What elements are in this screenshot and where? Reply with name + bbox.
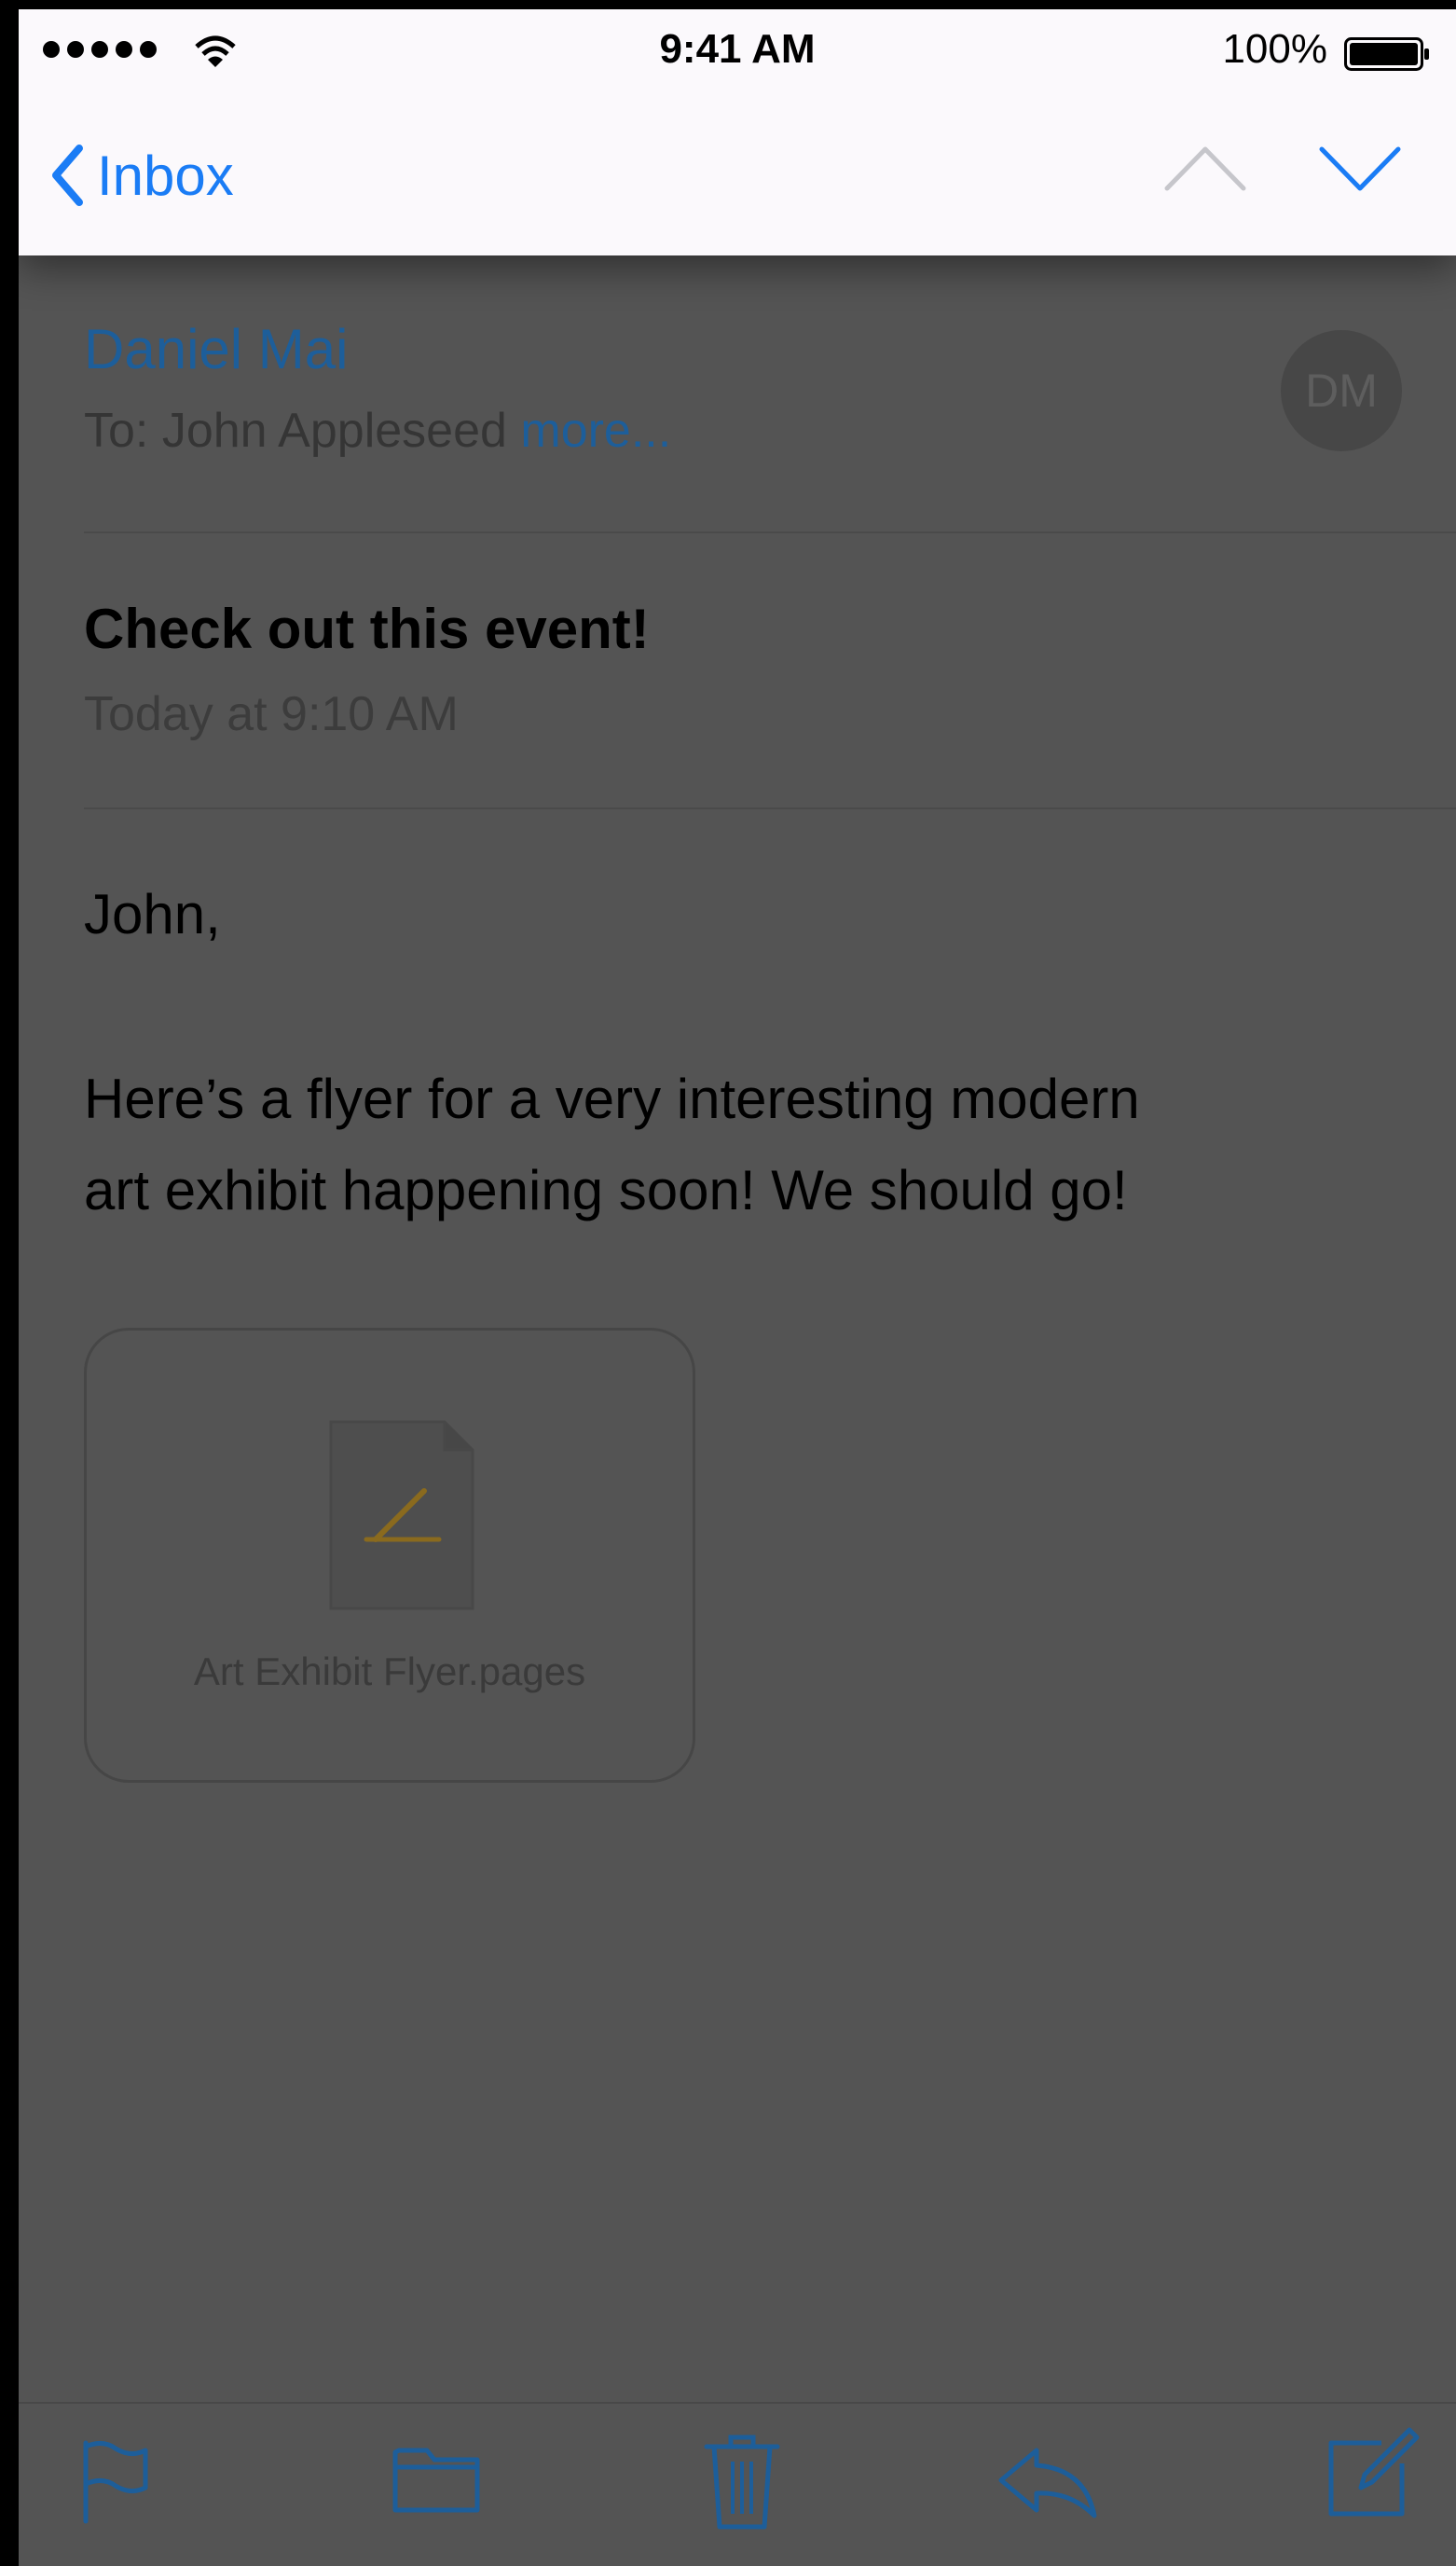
divider: [84, 807, 1456, 809]
more-recipients-link[interactable]: more...: [520, 404, 671, 458]
recipients-line: To: John Appleseed more...: [84, 403, 671, 459]
status-bar: 9:41 AM 100%: [19, 9, 1456, 95]
chevron-down-icon: [1319, 146, 1401, 191]
next-message-button[interactable]: [1318, 140, 1402, 196]
battery-percent: 100%: [1222, 26, 1327, 72]
attachment-card[interactable]: Art Exhibit Flyer.pages: [84, 1328, 695, 1783]
back-to-inbox-button[interactable]: Inbox: [50, 138, 234, 213]
sender-name[interactable]: Daniel Mai: [84, 317, 348, 381]
body-line: art exhibit happening soon! We should go…: [84, 1159, 1128, 1221]
mail-screen: 9:41 AM 100% Inbox Daniel Mai To: John A…: [19, 9, 1456, 2566]
pages-document-icon: [329, 1420, 474, 1610]
back-label: Inbox: [97, 144, 234, 207]
to-prefix: To:: [84, 404, 149, 458]
avatar: DM: [1281, 330, 1402, 451]
body-greeting: John,: [84, 883, 221, 945]
top-bar: 9:41 AM 100% Inbox: [19, 9, 1456, 255]
folder-icon[interactable]: [391, 2439, 481, 2516]
toolbar-divider: [19, 2402, 1456, 2404]
message-subject: Check out this event!: [84, 598, 650, 660]
reply-icon[interactable]: [996, 2445, 1100, 2519]
battery-icon: [1344, 37, 1429, 71]
recipient-name[interactable]: John Appleseed: [162, 404, 507, 458]
chevron-up-icon: [1164, 146, 1246, 191]
previous-message-button[interactable]: [1163, 140, 1247, 196]
message-date: Today at 9:10 AM: [84, 687, 459, 741]
trash-icon[interactable]: [703, 2430, 781, 2532]
chevron-left-icon: [52, 145, 83, 206]
attachment-name: Art Exhibit Flyer.pages: [193, 1649, 586, 1693]
flag-icon[interactable]: [78, 2439, 149, 2525]
navigation-bar: Inbox: [19, 95, 1456, 255]
divider: [84, 531, 1456, 533]
body-line: Here’s a flyer for a very interesting mo…: [84, 1068, 1140, 1130]
compose-icon[interactable]: [1324, 2424, 1421, 2521]
